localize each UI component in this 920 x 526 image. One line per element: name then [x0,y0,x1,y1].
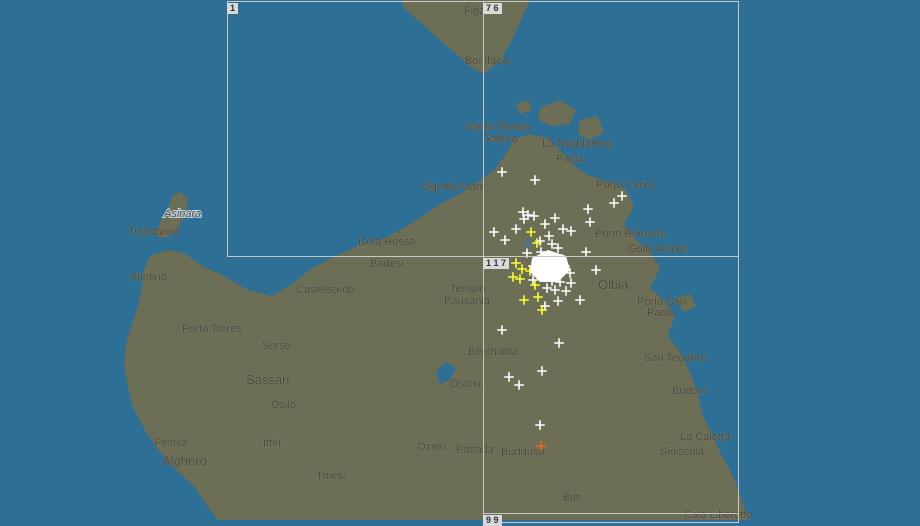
label-asinara: Asinara [163,208,201,220]
grid-cell-76[interactable] [483,1,739,257]
label-thiesi: Thiesi [316,470,345,482]
label-tempio: Tempio [450,283,485,295]
label-ittiri: Ittiri [263,437,281,449]
label-sorso: Sorso [262,340,291,352]
label-tumbarino: Tumbarino [128,226,180,238]
label-osilo: Osilo [271,399,296,411]
grid-badge-1: 1 [227,3,239,14]
label-ozieri: Ozieri [417,441,446,453]
grid-badge-117: 1 1 7 [483,258,510,269]
label-castelsardo: Castelsardo [296,284,355,296]
label-fertilia: Fertilia [154,437,188,449]
label-stintino: Stintino [130,271,167,283]
label-alghero: Alghero [162,453,207,468]
grid-badge-99: 9 9 [483,515,502,526]
grid-cell-117[interactable] [483,256,739,514]
label-badesi: Badesi [370,258,404,270]
label-oschiri: Oschiri [450,378,484,390]
grid-badge-76: 7 6 [483,3,502,14]
grid-cell-1[interactable] [227,1,484,257]
lightning-map[interactable]: Figari Bonifacio Santa Teresa Gallura La… [0,0,920,526]
label-sassari: Sassari [246,372,289,387]
label-porto-torres: Porto Torres [182,323,242,335]
grid-cell-99[interactable] [483,513,739,523]
